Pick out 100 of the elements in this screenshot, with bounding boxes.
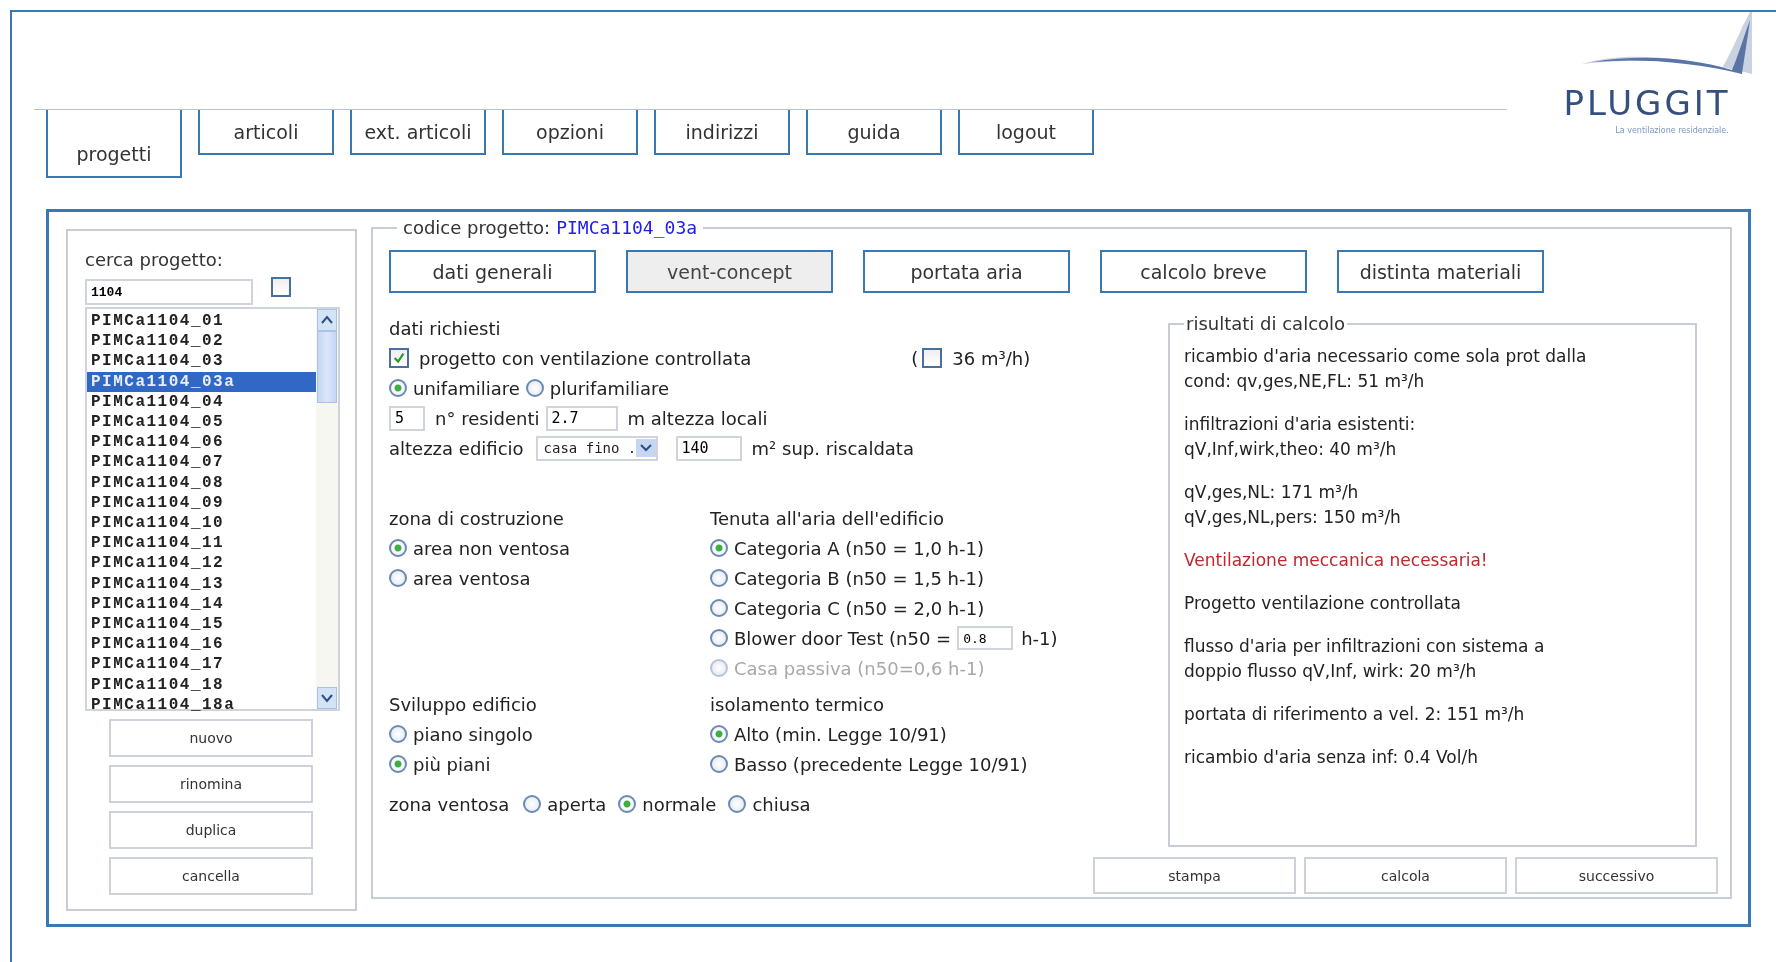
radio-button[interactable] (710, 725, 728, 743)
group-title: isolamento termico (710, 693, 884, 715)
project-list-item[interactable]: PIMCa1104_14 (87, 593, 316, 615)
result-text: portata di riferimento a vel. 2: 151 m³/h (1184, 703, 1526, 726)
radio-button[interactable] (525, 379, 544, 397)
result-text: qV,ges,NL: 171 m³/h qV,ges,NL,pers: 150 m³/h (1184, 481, 1402, 529)
sidebar-button[interactable]: nuovo (109, 719, 313, 757)
flow-checkbox[interactable] (922, 348, 943, 368)
project-list-item[interactable]: PIMCa1104_03 (87, 351, 316, 372)
nav-tab[interactable]: guida (806, 110, 942, 155)
sidebar-button[interactable]: rinomina (109, 765, 313, 803)
search-field[interactable]: 1104 (85, 279, 253, 305)
project-list-item[interactable]: PIMCa1104_04 (87, 391, 316, 412)
nav-tab[interactable]: opzioni (502, 110, 638, 155)
project-list-item[interactable]: PIMCa1104_02 (87, 331, 316, 352)
radio-button[interactable] (389, 569, 407, 587)
project-list-item[interactable]: PIMCa1104_01 (87, 311, 316, 332)
project-tab[interactable]: distinta materiali (1337, 250, 1544, 293)
flow-label: 36 m³/h) (952, 347, 1031, 369)
project-list-item[interactable]: PIMCa1104_17 (87, 654, 316, 675)
ventilation-checkbox[interactable] (389, 348, 409, 368)
radio-button[interactable] (389, 539, 407, 557)
check-icon (392, 351, 406, 365)
brand-tagline: La ventilazione residenziale. (1615, 126, 1729, 135)
radio-button[interactable] (710, 539, 728, 557)
project-list-item[interactable]: PIMCa1104_08 (87, 472, 316, 493)
radio-button[interactable] (389, 725, 407, 743)
option-label: Basso (precedente Legge 10/91) (734, 753, 1028, 775)
nav-tab[interactable]: progetti (46, 110, 182, 178)
option-label: Blower door Test (n50 = (734, 627, 952, 649)
project-code-label: codice progetto: (403, 217, 551, 238)
radio-button[interactable] (618, 795, 637, 813)
unit-label: h-1) (1021, 627, 1058, 649)
residents-field[interactable]: 5 (389, 405, 425, 431)
project-tab[interactable]: vent-concept (626, 250, 833, 293)
area-label: m² sup. riscaldata (751, 437, 914, 459)
nav-tab[interactable]: logout (958, 110, 1094, 155)
parenthesis-text: ( (911, 347, 919, 369)
option-label: plurifamiliare (549, 377, 670, 399)
option-label: aperta (547, 793, 607, 815)
radio-button[interactable] (710, 599, 728, 617)
radio-button[interactable] (710, 755, 728, 773)
project-list-item[interactable]: PIMCa1104_11 (87, 533, 316, 554)
project-list-item[interactable]: PIMCa1104_15 (87, 614, 316, 635)
group-title: zona di costruzione (389, 507, 564, 529)
project-list-item[interactable]: PIMCa1104_13 (87, 573, 316, 594)
radio-button[interactable] (523, 795, 542, 813)
action-button[interactable]: stampa (1093, 857, 1296, 894)
action-button[interactable]: calcola (1304, 857, 1507, 894)
project-list-item[interactable]: PIMCa1104_05 (87, 412, 316, 433)
group-title: Tenuta all'aria dell'edificio (710, 507, 944, 529)
project-list-item[interactable]: PIMCa1104_06 (87, 432, 316, 453)
project-list-item[interactable]: PIMCa1104_03a (87, 371, 316, 392)
nav-tab[interactable]: articoli (198, 110, 334, 155)
radio-button[interactable] (710, 569, 728, 587)
result-text: Progetto ventilazione controllata (1184, 592, 1462, 615)
project-list-item[interactable]: PIMCa1104_09 (87, 492, 316, 514)
result-text: ricambio d'aria senza inf: 0.4 Vol/h (1184, 746, 1479, 769)
result-text: Ventilazione meccanica necessaria! (1184, 549, 1489, 572)
nav-tab[interactable]: indirizzi (654, 110, 790, 155)
filter-checkbox[interactable] (271, 277, 291, 297)
project-list-item[interactable]: PIMCa1104_10 (87, 513, 316, 534)
nav-tab[interactable]: ext. articoli (350, 110, 486, 155)
results-title: risultati di calcolo (1185, 313, 1347, 334)
option-label: chiusa (752, 793, 811, 815)
project-tab[interactable]: calcolo breve (1100, 250, 1307, 293)
scroll-up-button[interactable] (317, 309, 337, 331)
result-text: ricambio d'aria necessario come sola prot dalla cond: qv,ges,NE,FL: 51 m³/h (1184, 345, 1588, 393)
scrollbar-thumb[interactable] (317, 331, 337, 403)
building-height-label: altezza edificio (389, 437, 524, 459)
project-list-item[interactable]: PIMCa1104_07 (87, 452, 316, 473)
room-height-label: m altezza locali (627, 407, 768, 429)
radio-button[interactable] (389, 755, 407, 773)
option-label: Categoria A (n50 = 1,0 h-1) (734, 537, 984, 559)
project-list-item[interactable]: PIMCa1104_16 (87, 634, 316, 655)
project-tab[interactable]: portata aria (863, 250, 1070, 293)
action-button[interactable]: successivo (1515, 857, 1718, 894)
group-title: Sviluppo edificio (389, 693, 537, 715)
area-field[interactable]: 140 (675, 435, 742, 461)
scroll-down-button[interactable] (317, 687, 337, 709)
project-list-item[interactable]: PIMCa1104_18a (87, 694, 316, 716)
sidebar-button[interactable]: cancella (109, 857, 313, 895)
search-label: cerca progetto: (85, 248, 224, 272)
result-text: flusso d'aria per infiltrazioni con sistema a doppio flusso qV,Inf, wirk: 20 m³/h (1184, 635, 1546, 683)
radio-button[interactable] (389, 379, 407, 397)
project-code: PIMCa1104_03a (556, 217, 698, 238)
option-label: normale (642, 793, 717, 815)
option-label: piano singolo (413, 723, 533, 745)
radio-button[interactable] (728, 795, 747, 813)
project-list-item[interactable]: PIMCa1104_12 (87, 553, 316, 574)
n50-field[interactable]: 0.8 (957, 626, 1014, 650)
building-height-select[interactable]: casa fino . (535, 435, 658, 461)
swoosh-logo-icon (1582, 12, 1752, 76)
project-tab[interactable]: dati generali (389, 250, 596, 293)
radio-button[interactable] (710, 629, 728, 647)
option-label: Categoria B (n50 = 1,5 h-1) (734, 567, 984, 589)
sidebar-button[interactable]: duplica (109, 811, 313, 849)
room-height-field[interactable]: 2.7 (545, 405, 618, 431)
caret-icon (636, 439, 657, 457)
project-list-item[interactable]: PIMCa1104_18 (87, 674, 316, 695)
